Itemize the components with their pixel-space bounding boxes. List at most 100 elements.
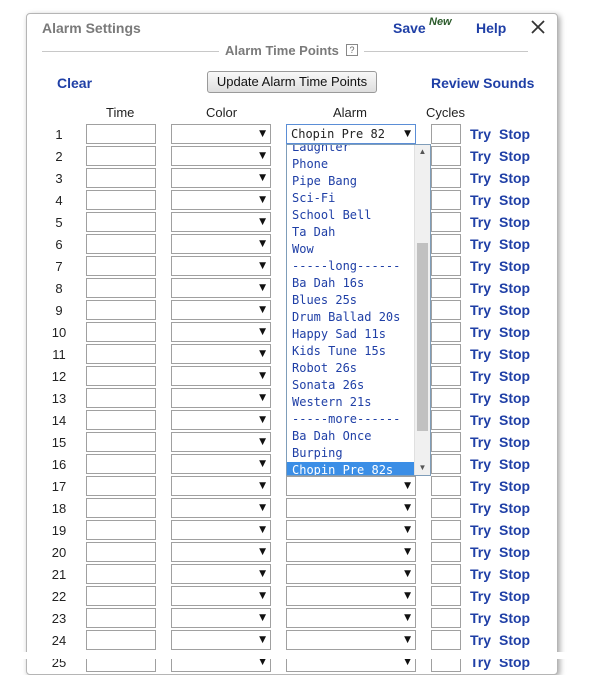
try-button[interactable]: Try (470, 390, 491, 406)
time-input[interactable] (86, 234, 156, 254)
dropdown-scrollbar[interactable]: ▲ ▼ (414, 145, 430, 475)
dropdown-option[interactable]: Pipe Bang (287, 173, 415, 190)
time-input[interactable] (86, 322, 156, 342)
color-select[interactable]: ▼ (171, 608, 271, 628)
dropdown-option[interactable]: Blues 25s (287, 292, 415, 309)
time-input[interactable] (86, 366, 156, 386)
dropdown-option[interactable]: Ba Dah Once (287, 428, 415, 445)
dropdown-option[interactable]: Sci-Fi (287, 190, 415, 207)
cycles-input[interactable] (431, 190, 461, 210)
dropdown-option[interactable]: Western 21s (287, 394, 415, 411)
dropdown-option[interactable]: Ba Dah 16s (287, 275, 415, 292)
try-button[interactable]: Try (470, 412, 491, 428)
alarm-select[interactable]: ▼ (286, 498, 416, 518)
try-button[interactable]: Try (470, 368, 491, 384)
dropdown-option[interactable]: -----long------ (287, 258, 415, 275)
time-input[interactable] (86, 542, 156, 562)
stop-button[interactable]: Stop (499, 126, 530, 142)
time-input[interactable] (86, 388, 156, 408)
color-select[interactable]: ▼ (171, 388, 271, 408)
color-select[interactable]: ▼ (171, 344, 271, 364)
stop-button[interactable]: Stop (499, 192, 530, 208)
color-select[interactable]: ▼ (171, 234, 271, 254)
time-input[interactable] (86, 498, 156, 518)
time-input[interactable] (86, 608, 156, 628)
dropdown-option[interactable]: Chopin Pre 82s (287, 462, 415, 475)
clear-button[interactable]: Clear (57, 75, 92, 91)
try-button[interactable]: Try (470, 456, 491, 472)
time-input[interactable] (86, 168, 156, 188)
color-select[interactable]: ▼ (171, 124, 271, 144)
cycles-input[interactable] (431, 366, 461, 386)
dropdown-option[interactable]: Sonata 26s (287, 377, 415, 394)
color-select[interactable]: ▼ (171, 542, 271, 562)
alarm-select[interactable]: Chopin Pre 82 ▼ (286, 124, 416, 144)
stop-button[interactable]: Stop (499, 610, 530, 626)
dropdown-option[interactable]: Happy Sad 11s (287, 326, 415, 343)
color-select[interactable]: ▼ (171, 146, 271, 166)
cycles-input[interactable] (431, 476, 461, 496)
color-select[interactable]: ▼ (171, 366, 271, 386)
dropdown-option[interactable]: Burping (287, 445, 415, 462)
color-select[interactable]: ▼ (171, 432, 271, 452)
time-input[interactable] (86, 344, 156, 364)
try-button[interactable]: Try (470, 522, 491, 538)
scroll-down-arrow-icon[interactable]: ▼ (415, 461, 430, 475)
time-input[interactable] (86, 564, 156, 584)
try-button[interactable]: Try (470, 236, 491, 252)
color-select[interactable]: ▼ (171, 586, 271, 606)
time-input[interactable] (86, 476, 156, 496)
try-button[interactable]: Try (470, 500, 491, 516)
alarm-select[interactable]: ▼ (286, 630, 416, 650)
cycles-input[interactable] (431, 586, 461, 606)
stop-button[interactable]: Stop (499, 434, 530, 450)
cycles-input[interactable] (431, 410, 461, 430)
time-input[interactable] (86, 256, 156, 276)
stop-button[interactable]: Stop (499, 500, 530, 516)
stop-button[interactable]: Stop (499, 258, 530, 274)
time-input[interactable] (86, 432, 156, 452)
cycles-input[interactable] (431, 322, 461, 342)
stop-button[interactable]: Stop (499, 280, 530, 296)
cycles-input[interactable] (431, 256, 461, 276)
color-select[interactable]: ▼ (171, 476, 271, 496)
cycles-input[interactable] (431, 564, 461, 584)
color-select[interactable]: ▼ (171, 300, 271, 320)
color-select[interactable]: ▼ (171, 630, 271, 650)
time-input[interactable] (86, 300, 156, 320)
cycles-input[interactable] (431, 498, 461, 518)
help-question-icon[interactable]: ? (346, 44, 358, 56)
stop-button[interactable]: Stop (499, 346, 530, 362)
try-button[interactable]: Try (470, 214, 491, 230)
try-button[interactable]: Try (470, 126, 491, 142)
cycles-input[interactable] (431, 344, 461, 364)
time-input[interactable] (86, 190, 156, 210)
try-button[interactable]: Try (470, 632, 491, 648)
stop-button[interactable]: Stop (499, 632, 530, 648)
dropdown-option[interactable]: Phone (287, 156, 415, 173)
cycles-input[interactable] (431, 300, 461, 320)
alarm-select[interactable]: ▼ (286, 476, 416, 496)
color-select[interactable]: ▼ (171, 168, 271, 188)
stop-button[interactable]: Stop (499, 588, 530, 604)
review-sounds-link[interactable]: Review Sounds (431, 75, 534, 91)
try-button[interactable]: Try (470, 346, 491, 362)
dropdown-option[interactable]: Kids Tune 15s (287, 343, 415, 360)
color-select[interactable]: ▼ (171, 498, 271, 518)
color-select[interactable]: ▼ (171, 278, 271, 298)
try-button[interactable]: Try (470, 478, 491, 494)
stop-button[interactable]: Stop (499, 214, 530, 230)
alarm-select[interactable]: ▼ (286, 586, 416, 606)
try-button[interactable]: Try (470, 544, 491, 560)
color-select[interactable]: ▼ (171, 190, 271, 210)
stop-button[interactable]: Stop (499, 236, 530, 252)
alarm-select[interactable]: ▼ (286, 608, 416, 628)
update-alarm-time-points-button[interactable]: Update Alarm Time Points (207, 71, 377, 93)
color-select[interactable]: ▼ (171, 212, 271, 232)
cycles-input[interactable] (431, 168, 461, 188)
cycles-input[interactable] (431, 542, 461, 562)
scrollbar-thumb[interactable] (417, 243, 428, 431)
color-select[interactable]: ▼ (171, 564, 271, 584)
stop-button[interactable]: Stop (499, 324, 530, 340)
stop-button[interactable]: Stop (499, 566, 530, 582)
